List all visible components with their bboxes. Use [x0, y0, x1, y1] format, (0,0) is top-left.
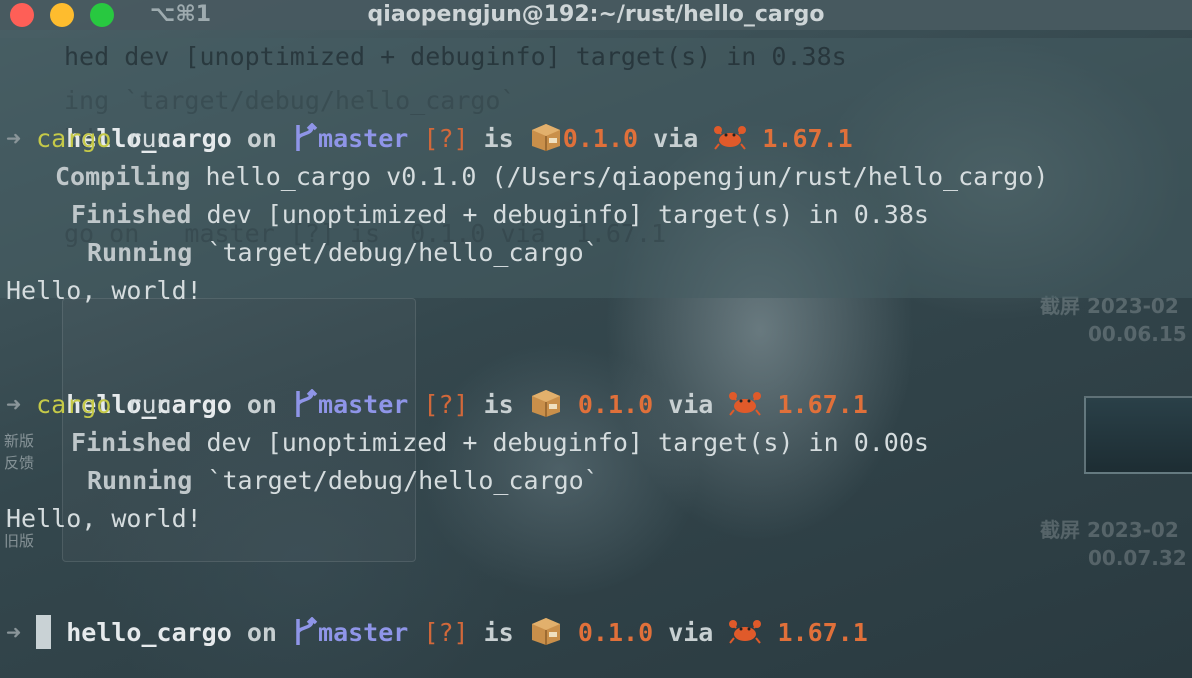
cargo-status-text: `target/debug/hello_cargo`: [207, 466, 599, 495]
prompt-rust-version: 1.67.1: [762, 124, 853, 153]
terminal-content[interactable]: hello_cargo on master [?] is 0.1.0 via 1…: [0, 0, 1192, 678]
crab-icon: [729, 392, 762, 416]
prompt-via: via: [668, 390, 714, 419]
cargo-output-line: Running `target/debug/hello_cargo`: [87, 234, 599, 272]
program-output: Hello, world!: [6, 276, 202, 305]
program-output: Hello, world!: [6, 504, 202, 533]
prompt-arrow-icon: ➜: [6, 390, 22, 419]
prompt-status: [?]: [423, 390, 469, 419]
prompt-on: on: [246, 618, 277, 647]
cargo-output-line: Running `target/debug/hello_cargo`: [87, 462, 599, 500]
cargo-status-text: dev [unoptimized + debuginfo] target(s) …: [206, 428, 929, 457]
cargo-status-text: hello_cargo v0.1.0 (/Users/qiaopengjun/r…: [205, 162, 1049, 191]
git-branch-icon: [296, 389, 318, 417]
package-icon: [531, 390, 560, 417]
prompt-is: is: [483, 618, 514, 647]
prompt-branch: master: [318, 124, 409, 153]
prompt-is: is: [483, 390, 514, 419]
prompt-arrow-icon: ➜: [6, 124, 22, 153]
prompt-version: 0.1.0: [577, 618, 654, 647]
cargo-output-line: Finished dev [unoptimized + debuginfo] t…: [71, 424, 929, 462]
prompt-on: on: [246, 124, 277, 153]
cargo-output-line: Finished dev [unoptimized + debuginfo] t…: [71, 196, 929, 234]
prompt-rust-version: 1.67.1: [777, 618, 868, 647]
package-icon: [531, 124, 560, 151]
shell-prompt: hello_cargo on master [?] is 0.1.0 via 1…: [6, 82, 853, 153]
cargo-status-text: `target/debug/hello_cargo`: [207, 238, 599, 267]
prompt-rust-version: 1.67.1: [777, 390, 868, 419]
package-icon: [531, 618, 560, 645]
prompt-is: is: [483, 124, 514, 153]
cargo-status-label: Finished: [71, 200, 192, 229]
cargo-status-label: Finished: [71, 428, 192, 457]
prompt-via: via: [668, 618, 714, 647]
command-name: cargo: [36, 390, 112, 419]
prompt-arrow-icon: ➜: [6, 618, 22, 647]
git-branch-icon: [296, 617, 318, 645]
prompt-status: [?]: [423, 618, 469, 647]
crab-icon: [729, 620, 762, 644]
prompt-branch: master: [318, 390, 409, 419]
shell-prompt: hello_cargo on master [?] is 0.1.0 via 1…: [6, 348, 868, 419]
prompt-version: 0.1.0: [562, 124, 639, 153]
cargo-status-label: Running: [87, 238, 193, 267]
command-line: ➜ cargo run: [6, 120, 172, 158]
git-branch-icon: [296, 123, 318, 151]
command-line: ➜ cargo run: [6, 386, 172, 424]
shell-prompt: hello_cargo on master [?] is 0.1.0 via 1…: [6, 576, 868, 647]
command-arg: run: [126, 124, 172, 153]
prompt-via: via: [653, 124, 699, 153]
command-name: cargo: [36, 124, 112, 153]
prompt-branch: master: [318, 618, 409, 647]
prompt-directory: hello_cargo: [66, 618, 232, 647]
cargo-status-label: Running: [87, 466, 193, 495]
cargo-output-line: Compiling hello_cargo v0.1.0 (/Users/qia…: [55, 158, 1048, 196]
prompt-on: on: [246, 390, 277, 419]
command-line[interactable]: ➜: [6, 614, 52, 652]
cargo-status-text: dev [unoptimized + debuginfo] target(s) …: [206, 200, 929, 229]
command-arg: run: [126, 390, 172, 419]
cargo-status-label: Compiling: [55, 162, 191, 191]
crab-icon: [714, 126, 747, 150]
prompt-version: 0.1.0: [577, 390, 654, 419]
terminal-cursor[interactable]: [36, 615, 52, 649]
prompt-status: [?]: [423, 124, 469, 153]
